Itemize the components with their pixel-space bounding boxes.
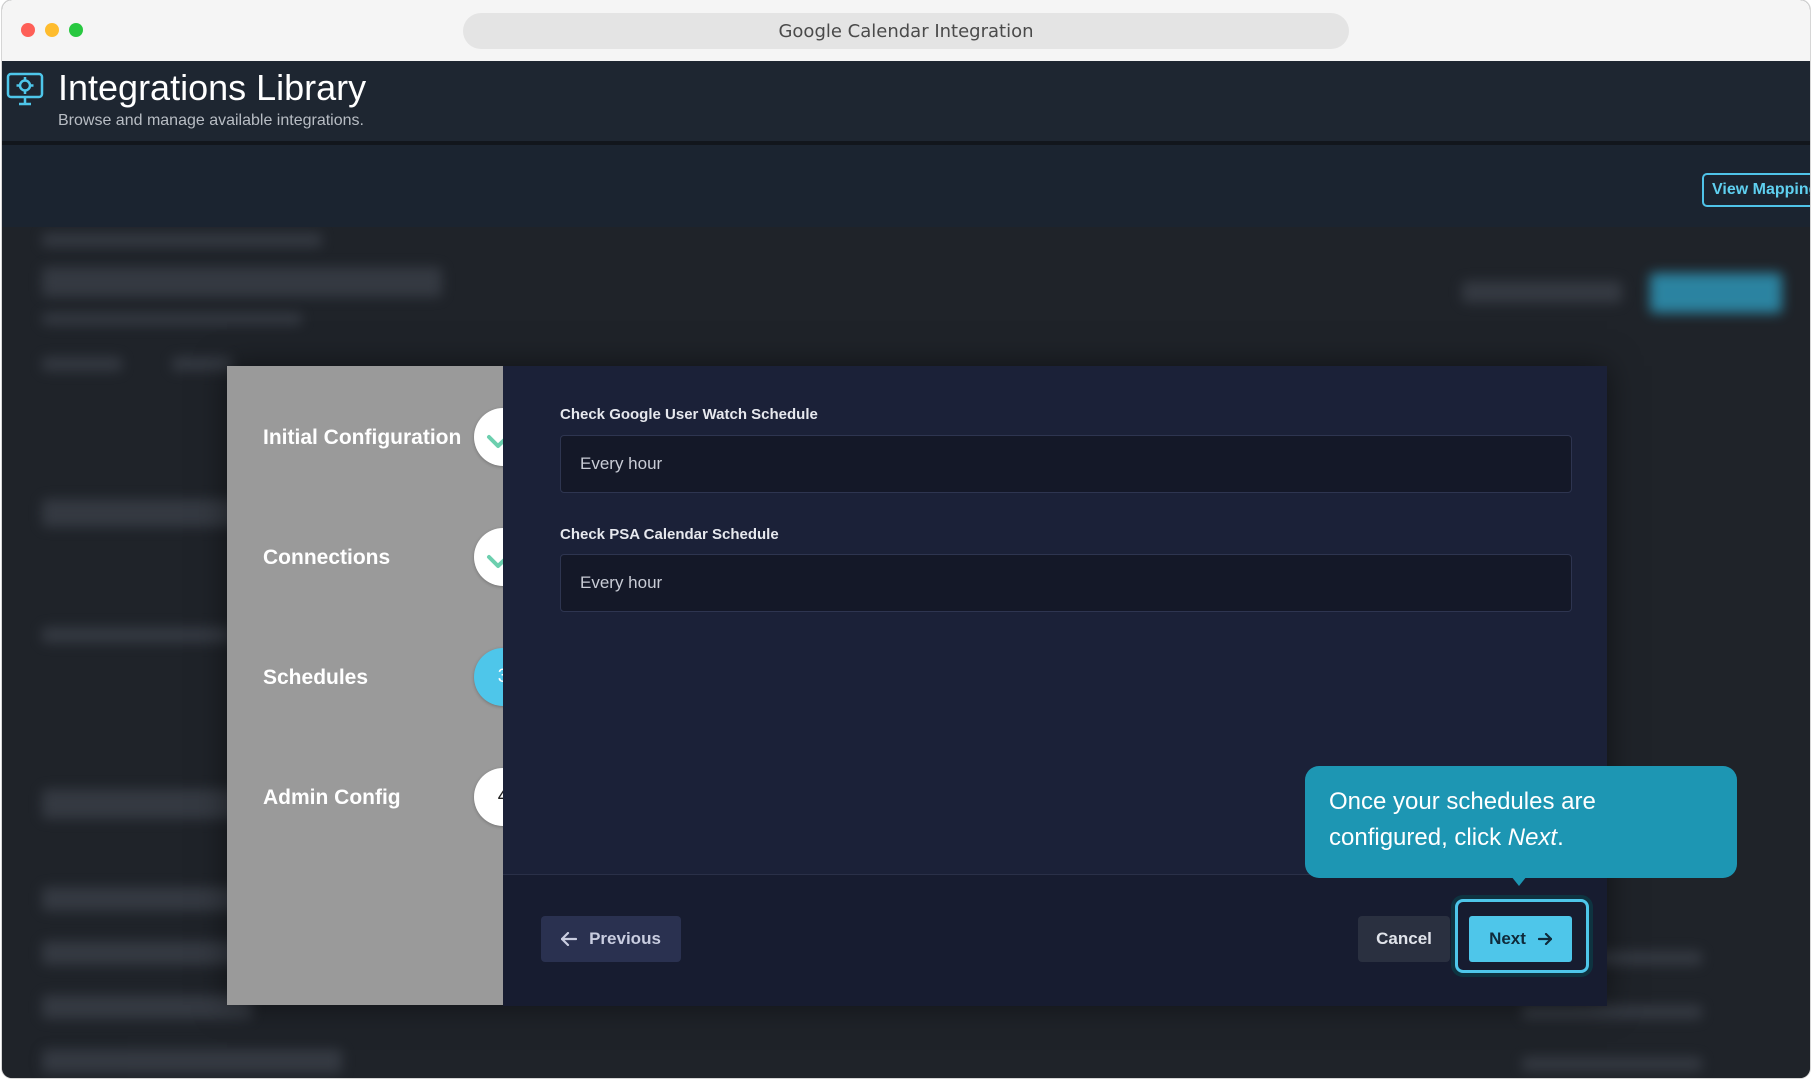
psa-calendar-schedule-input[interactable]: Every hour: [560, 554, 1572, 612]
step-label-initial-configuration: Initial Configuration: [263, 426, 462, 449]
tooltip-text-end: .: [1557, 824, 1564, 851]
wizard-footer: Previous Cancel: [503, 874, 1607, 1006]
next-button-label: Next: [1489, 929, 1526, 948]
step-label-schedules: Schedules: [263, 666, 369, 689]
previous-button-label: Previous: [589, 929, 661, 948]
previous-button[interactable]: Previous: [541, 916, 681, 962]
arrow-left-icon: [561, 932, 578, 946]
arrow-right-icon: [1537, 933, 1552, 945]
window-titlebar: Google Calendar Integration: [2, 0, 1810, 62]
window-title: Google Calendar Integration: [463, 13, 1349, 49]
app-header: Integrations Library Browse and manage a…: [2, 61, 1810, 145]
gear-monitor-icon: [6, 72, 44, 106]
close-window-button[interactable]: [21, 23, 35, 37]
psa-calendar-schedule-label: Check PSA Calendar Schedule: [560, 526, 779, 543]
next-button[interactable]: Next: [1469, 916, 1572, 962]
app-window: Google Calendar Integration Integrations…: [2, 0, 1810, 1078]
page-title: Integrations Library: [58, 67, 367, 108]
google-watch-schedule-label: Check Google User Watch Schedule: [560, 406, 818, 423]
page-subtitle: Browse and manage available integrations…: [58, 112, 364, 129]
tooltip-emphasis: Next: [1507, 824, 1558, 851]
wizard-steps-panel: Initial Configuration Connections Schedu…: [227, 366, 532, 1005]
google-watch-schedule-input[interactable]: Every hour: [560, 435, 1572, 493]
maximize-window-button[interactable]: [69, 23, 83, 37]
wizard-modal: Initial Configuration Connections Schedu…: [227, 366, 1607, 1006]
step-label-connections: Connections: [263, 546, 391, 569]
cancel-button[interactable]: Cancel: [1358, 916, 1450, 962]
tooltip-pointer: [1511, 876, 1527, 886]
toolbar: [2, 145, 1810, 227]
guide-tooltip: Once your schedules are configured, clic…: [1305, 766, 1737, 878]
step-label-admin-config: Admin Config: [263, 786, 401, 809]
minimize-window-button[interactable]: [45, 23, 59, 37]
view-mapping-button[interactable]: View Mapping: [1702, 173, 1810, 207]
